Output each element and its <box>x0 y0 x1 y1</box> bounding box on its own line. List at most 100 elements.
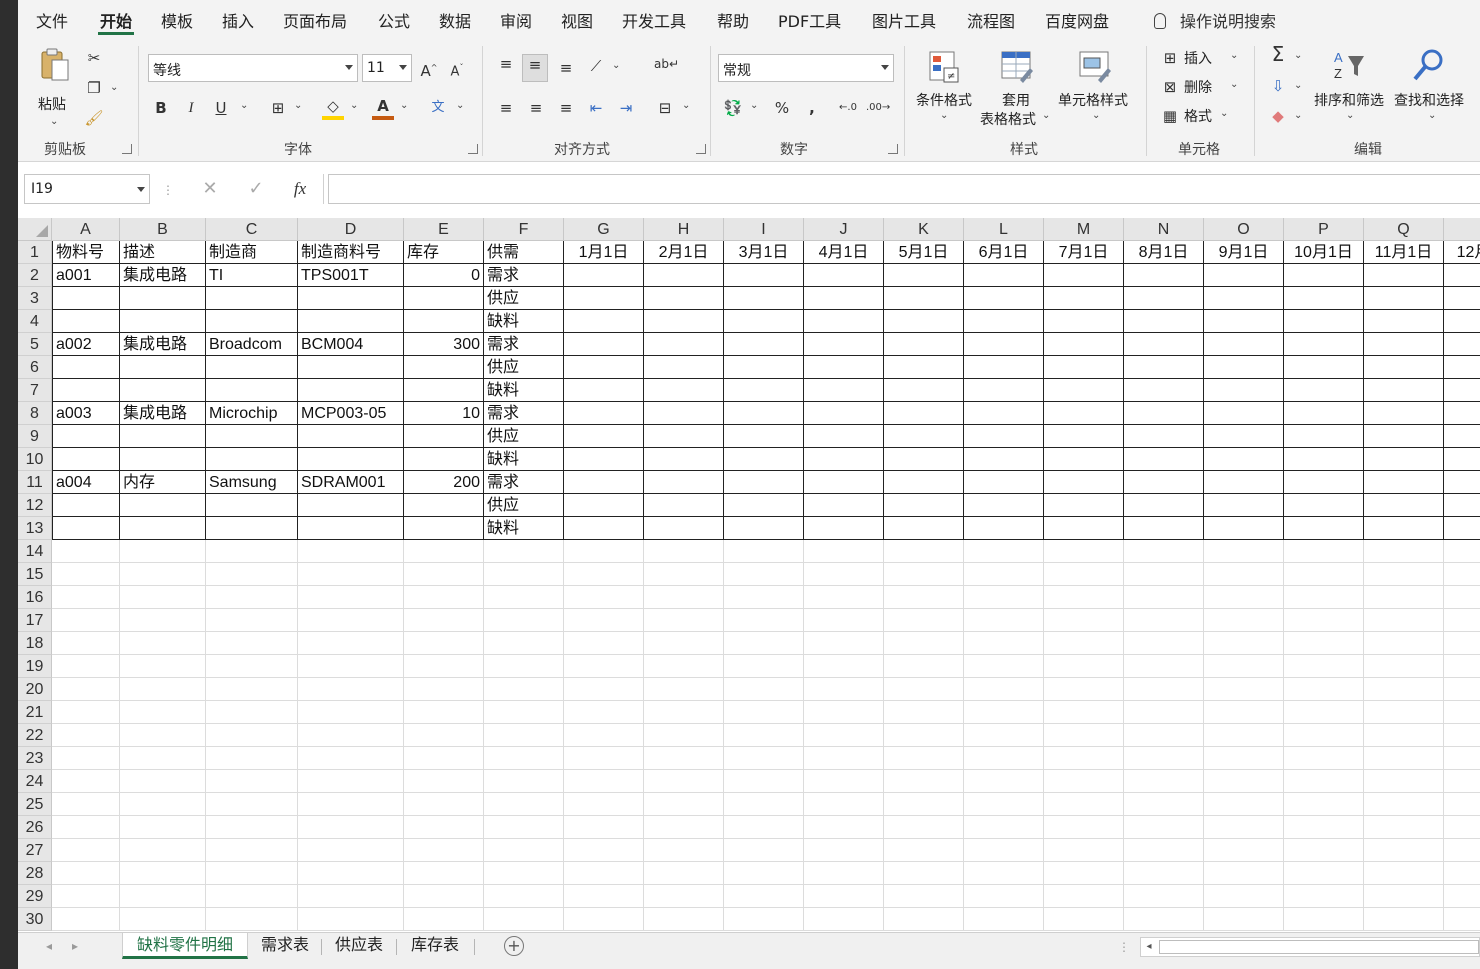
empty-cell[interactable] <box>1444 701 1480 724</box>
empty-cell[interactable] <box>52 655 120 678</box>
empty-cell[interactable] <box>1204 885 1284 908</box>
empty-cell[interactable] <box>1204 609 1284 632</box>
find-select-button[interactable]: 查找和选择 ⌄ <box>1392 46 1472 132</box>
empty-cell[interactable] <box>484 770 564 793</box>
empty-cell[interactable] <box>484 816 564 839</box>
empty-cell[interactable] <box>964 839 1044 862</box>
month-value-cell[interactable] <box>1044 494 1124 517</box>
month-value-cell[interactable] <box>964 356 1044 379</box>
month-value-cell[interactable] <box>1284 517 1364 540</box>
month-value-cell[interactable] <box>1364 448 1444 471</box>
empty-cell[interactable] <box>52 885 120 908</box>
month-value-cell[interactable] <box>564 264 644 287</box>
table-cell[interactable]: TI <box>206 264 298 287</box>
table-cell[interactable] <box>206 517 298 540</box>
empty-cell[interactable] <box>404 747 484 770</box>
row-header-17[interactable]: 17 <box>18 609 52 632</box>
table-cell[interactable] <box>298 287 404 310</box>
scrollbar-thumb[interactable] <box>1159 940 1479 954</box>
empty-cell[interactable] <box>644 885 724 908</box>
month-value-cell[interactable] <box>1284 402 1364 425</box>
column-header-a[interactable]: A <box>52 218 120 241</box>
empty-cell[interactable] <box>1284 540 1364 563</box>
row-header-26[interactable]: 26 <box>18 816 52 839</box>
empty-cell[interactable] <box>1124 793 1204 816</box>
month-value-cell[interactable] <box>564 379 644 402</box>
table-cell[interactable]: a002 <box>52 333 120 356</box>
tab-view[interactable]: 视图 <box>561 8 593 32</box>
tell-me-search[interactable]: 操作说明搜索 <box>1154 8 1276 32</box>
clear-icon[interactable]: ◆ <box>1268 106 1288 126</box>
table-cell[interactable] <box>120 287 206 310</box>
column-header-partial[interactable] <box>1444 218 1480 241</box>
table-cell[interactable]: 集成电路 <box>120 333 206 356</box>
align-middle-icon[interactable]: ≡ <box>522 54 548 82</box>
supply-demand-cell[interactable]: 缺料 <box>484 310 564 333</box>
month-value-cell[interactable] <box>1124 356 1204 379</box>
empty-cell[interactable] <box>1124 724 1204 747</box>
empty-cell[interactable] <box>644 632 724 655</box>
empty-cell[interactable] <box>484 862 564 885</box>
empty-cell[interactable] <box>964 678 1044 701</box>
table-cell[interactable] <box>52 448 120 471</box>
fill-icon[interactable]: ⇩ <box>1268 76 1288 96</box>
table-cell[interactable] <box>52 310 120 333</box>
empty-cell[interactable] <box>1284 885 1364 908</box>
tab-pdf-tools[interactable]: PDF工具 <box>778 8 841 32</box>
empty-cell[interactable] <box>1204 586 1284 609</box>
table-cell[interactable] <box>404 310 484 333</box>
row-header-1[interactable]: 1 <box>18 241 52 264</box>
table-cell[interactable]: BCM004 <box>298 333 404 356</box>
column-header-f[interactable]: F <box>484 218 564 241</box>
copy-dropdown-icon[interactable]: ⌄ <box>110 82 118 93</box>
scroll-left-icon[interactable]: ◂ <box>1143 937 1155 957</box>
month-value-cell[interactable] <box>1204 310 1284 333</box>
month-header-cell[interactable]: 8月1日 <box>1124 241 1204 264</box>
empty-cell[interactable] <box>1044 563 1124 586</box>
empty-cell[interactable] <box>644 609 724 632</box>
empty-cell[interactable] <box>206 816 298 839</box>
sheet-tab-supply[interactable]: 供应表 <box>326 933 392 959</box>
month-value-cell[interactable] <box>1044 517 1124 540</box>
empty-cell[interactable] <box>1044 724 1124 747</box>
month-value-cell[interactable] <box>724 471 804 494</box>
empty-cell[interactable] <box>120 540 206 563</box>
empty-cell[interactable] <box>52 563 120 586</box>
month-value-cell[interactable] <box>724 264 804 287</box>
month-value-cell[interactable] <box>724 379 804 402</box>
supply-demand-cell[interactable]: 需求 <box>484 471 564 494</box>
empty-cell[interactable] <box>1204 632 1284 655</box>
empty-cell[interactable] <box>1364 678 1444 701</box>
row-header-10[interactable]: 10 <box>18 448 52 471</box>
empty-cell[interactable] <box>206 563 298 586</box>
empty-cell[interactable] <box>1204 908 1284 931</box>
empty-cell[interactable] <box>804 724 884 747</box>
empty-cell[interactable] <box>804 770 884 793</box>
font-name-select[interactable]: 等线 <box>148 54 358 82</box>
tab-review[interactable]: 审阅 <box>500 8 532 32</box>
empty-cell[interactable] <box>1284 632 1364 655</box>
empty-cell[interactable] <box>564 540 644 563</box>
sort-filter-button[interactable]: A Z 排序和筛选 ⌄ <box>1312 46 1390 132</box>
supply-demand-cell[interactable]: 缺料 <box>484 379 564 402</box>
table-cell[interactable] <box>206 287 298 310</box>
empty-cell[interactable] <box>298 540 404 563</box>
tab-file[interactable]: 文件 <box>36 8 68 32</box>
month-value-cell[interactable] <box>724 333 804 356</box>
empty-cell[interactable] <box>1364 839 1444 862</box>
empty-cell[interactable] <box>52 747 120 770</box>
empty-cell[interactable] <box>1124 563 1204 586</box>
empty-cell[interactable] <box>644 540 724 563</box>
empty-cell[interactable] <box>1204 770 1284 793</box>
table-cell[interactable]: a003 <box>52 402 120 425</box>
empty-cell[interactable] <box>298 747 404 770</box>
decrease-indent-icon[interactable]: ⇤ <box>586 98 606 118</box>
month-value-cell[interactable] <box>1044 264 1124 287</box>
empty-cell[interactable] <box>804 885 884 908</box>
empty-cell[interactable] <box>206 540 298 563</box>
empty-cell[interactable] <box>1364 908 1444 931</box>
empty-cell[interactable] <box>298 885 404 908</box>
empty-cell[interactable] <box>52 609 120 632</box>
empty-cell[interactable] <box>564 632 644 655</box>
empty-cell[interactable] <box>404 701 484 724</box>
